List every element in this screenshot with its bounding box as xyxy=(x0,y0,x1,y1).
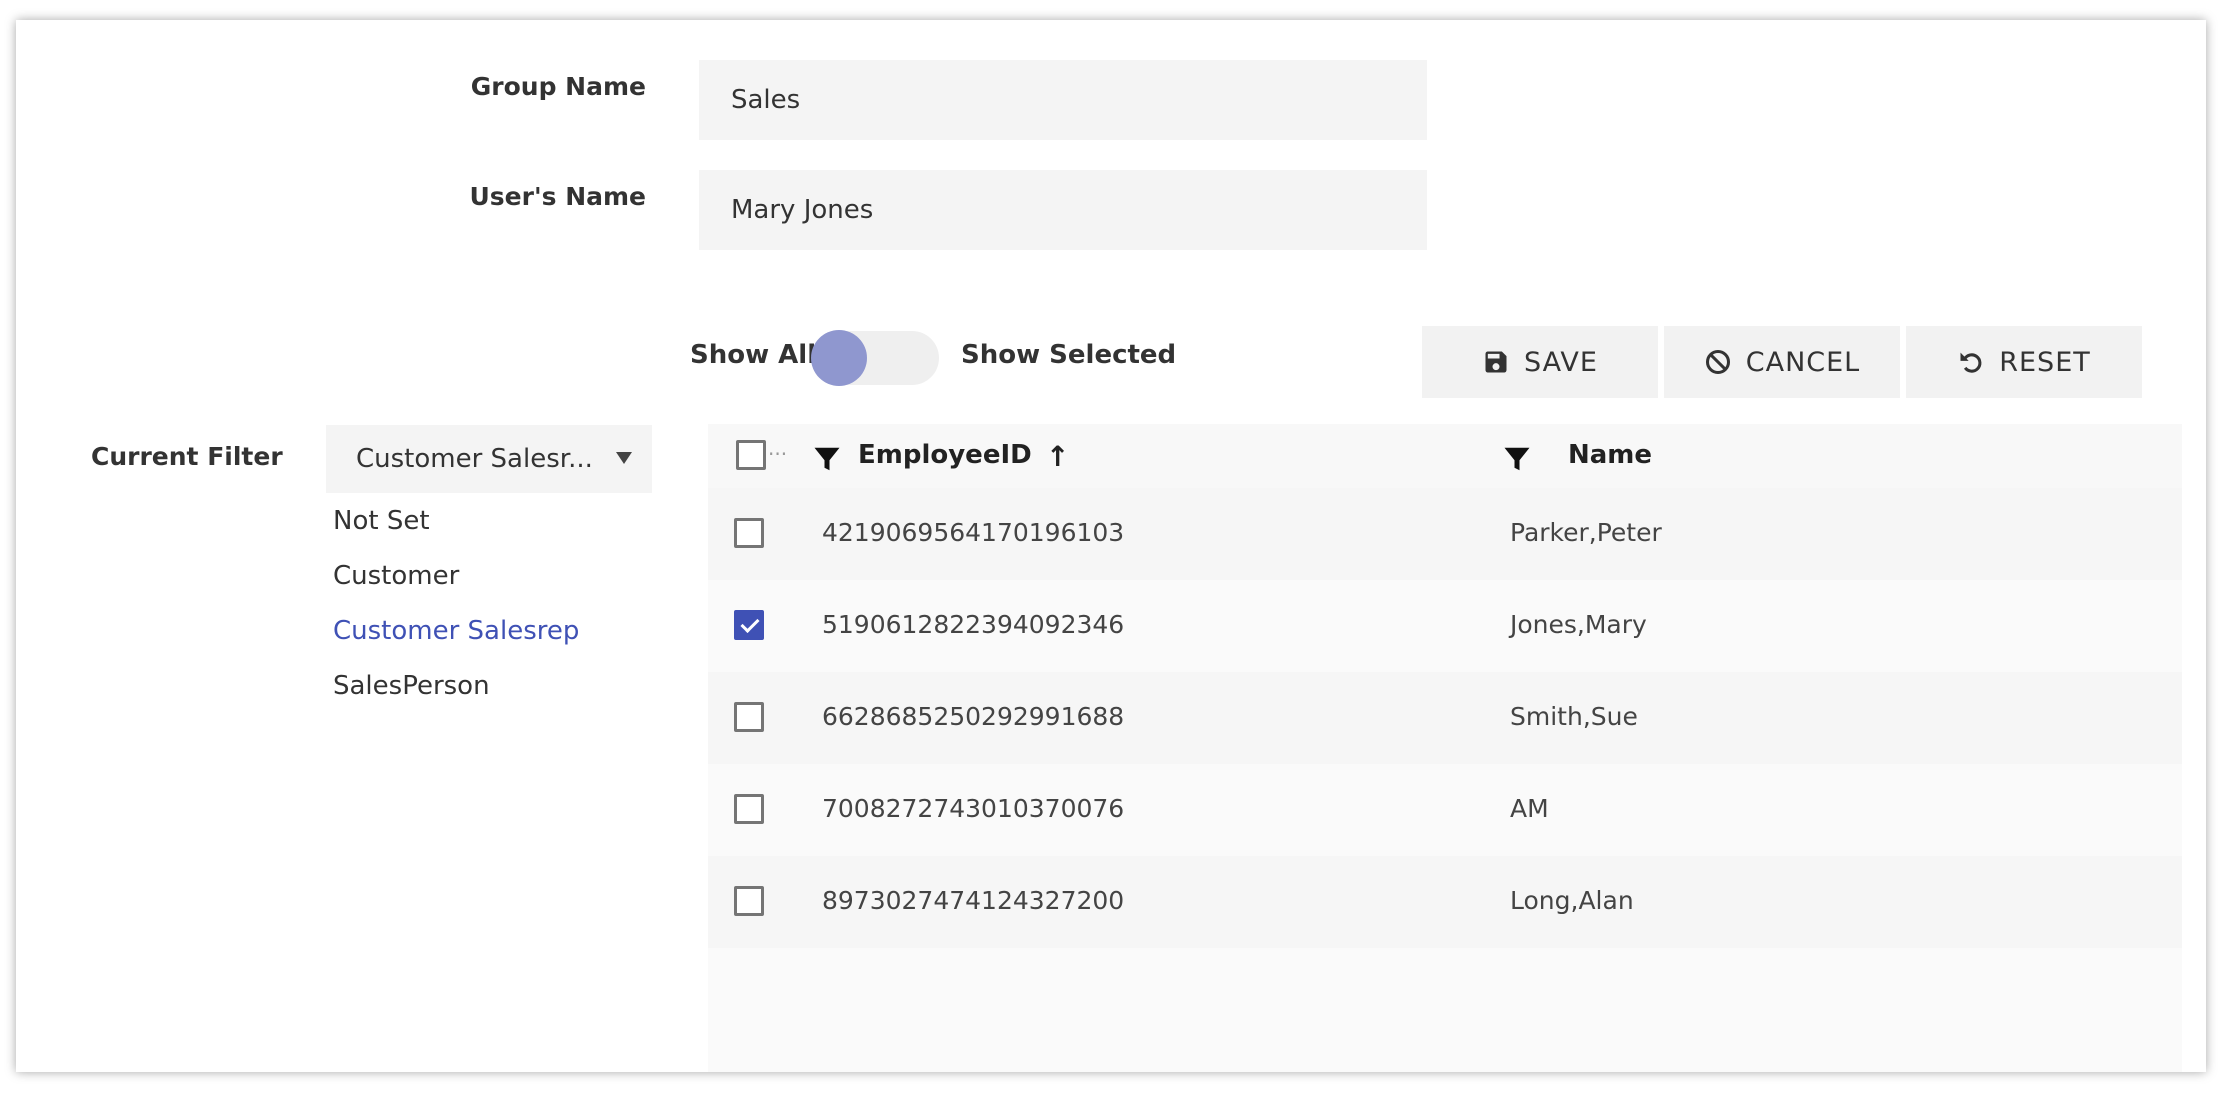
row-checkbox[interactable] xyxy=(734,886,764,916)
filter-dropdown-value: Customer Salesr... xyxy=(356,444,593,474)
filter-option-not-set[interactable]: Not Set xyxy=(333,506,430,536)
table-row[interactable]: 5190612822394092346 Jones,Mary xyxy=(708,580,2182,672)
reset-label: RESET xyxy=(1999,346,2091,378)
undo-icon xyxy=(1960,352,1982,373)
row-checkbox[interactable] xyxy=(734,610,764,640)
name-cell: Jones,Mary xyxy=(1510,610,1647,639)
table-row[interactable]: 8973027474124327200 Long,Alan xyxy=(708,856,2182,948)
show-selected-toggle[interactable] xyxy=(811,330,939,386)
filter-dropdown[interactable]: Customer Salesr... xyxy=(326,425,652,493)
funnel-icon[interactable] xyxy=(812,444,842,474)
group-name-input[interactable] xyxy=(699,60,1427,140)
column-header-employeeid[interactable]: EmployeeID xyxy=(858,440,1032,470)
employee-id-cell: 4219069564170196103 xyxy=(822,518,1125,547)
save-label: SAVE xyxy=(1524,346,1598,378)
show-selected-label: Show Selected xyxy=(961,340,1177,370)
user-name-input[interactable] xyxy=(699,170,1427,250)
column-header-name[interactable]: Name xyxy=(1568,440,1652,470)
filter-option-customer-salesrep[interactable]: Customer Salesrep xyxy=(333,616,579,646)
sort-ascending-icon[interactable]: ↑ xyxy=(1046,440,1069,473)
floppy-disk-icon xyxy=(1485,351,1507,373)
table-row[interactable]: 4219069564170196103 Parker,Peter xyxy=(708,488,2182,580)
header-ellipsis: ··· xyxy=(768,442,788,466)
save-button[interactable]: SAVE xyxy=(1422,326,1658,398)
show-all-label: Show All xyxy=(690,340,817,370)
filter-option-salesperson[interactable]: SalesPerson xyxy=(333,671,490,701)
row-checkbox[interactable] xyxy=(734,518,764,548)
name-cell: Long,Alan xyxy=(1510,886,1634,915)
reset-button[interactable]: RESET xyxy=(1906,326,2142,398)
employee-id-cell: 5190612822394092346 xyxy=(822,610,1125,639)
toggle-knob[interactable] xyxy=(811,330,867,386)
caret-down-icon xyxy=(616,452,632,464)
user-name-label: User's Name xyxy=(469,182,646,211)
employee-id-cell: 6628685250292991688 xyxy=(822,702,1125,731)
filter-option-customer[interactable]: Customer xyxy=(333,561,459,591)
row-checkbox[interactable] xyxy=(734,794,764,824)
row-checkbox[interactable] xyxy=(734,702,764,732)
select-all-checkbox[interactable] xyxy=(736,440,766,470)
grid-header: ··· EmployeeID ↑ Name xyxy=(708,424,2182,488)
funnel-icon[interactable] xyxy=(1502,444,1532,474)
cancel-label: CANCEL xyxy=(1745,346,1861,378)
name-cell: AM xyxy=(1510,794,1549,823)
table-row[interactable]: 7008272743010370076 AM xyxy=(708,764,2182,856)
ban-icon xyxy=(1705,349,1730,375)
employee-id-cell: 8973027474124327200 xyxy=(822,886,1125,915)
employee-id-cell: 7008272743010370076 xyxy=(822,794,1125,823)
table-row[interactable]: 6628685250292991688 Smith,Sue xyxy=(708,672,2182,764)
name-cell: Parker,Peter xyxy=(1510,518,1662,547)
user-group-card: Group Name User's Name Show All Show Sel… xyxy=(16,20,2206,1072)
name-cell: Smith,Sue xyxy=(1510,702,1638,731)
cancel-button[interactable]: CANCEL xyxy=(1664,326,1900,398)
grid-body: 4219069564170196103 Parker,Peter 5190612… xyxy=(708,488,2182,1072)
current-filter-label: Current Filter xyxy=(91,442,283,471)
group-name-label: Group Name xyxy=(470,72,646,101)
